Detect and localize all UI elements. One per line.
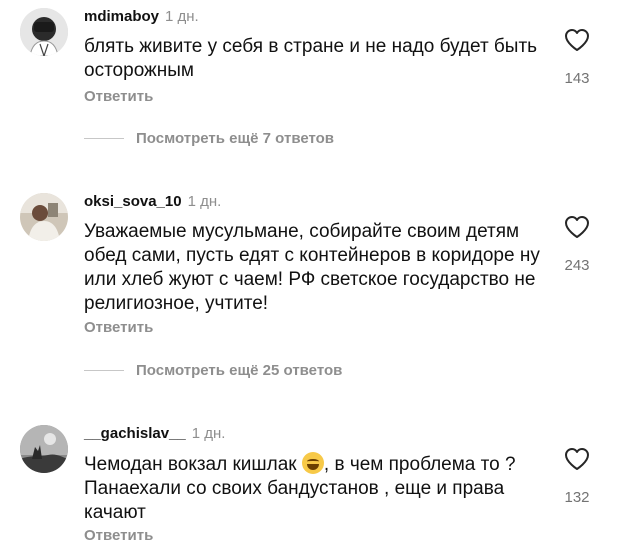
- comment-text: блять живите у себя в стране и не надо б…: [84, 36, 538, 81]
- view-more-replies-label: Посмотреть ещё 7 ответов: [136, 130, 335, 147]
- username[interactable]: oksi_sova_10: [84, 193, 182, 210]
- heart-outline-icon: [565, 448, 589, 470]
- comment-text: Чемодан вокзал кишлак , в чем проблема т…: [84, 452, 554, 525]
- avatar[interactable]: [20, 8, 68, 56]
- view-more-replies-label: Посмотреть ещё 25 ответов: [136, 362, 343, 379]
- view-more-replies[interactable]: Посмотреть ещё 25 ответов: [84, 362, 342, 379]
- comment-text-part: Чемодан вокзал кишлак: [84, 454, 302, 475]
- face-with-tears-of-joy-icon: [301, 452, 324, 474]
- like-count: 132: [564, 489, 590, 506]
- like-count: 143: [564, 70, 590, 87]
- avatar[interactable]: [20, 193, 68, 241]
- comment-meta: __gachislav__ 1 дн.: [84, 425, 554, 443]
- comment-text: Уважаемые мусульмане, собирайте своим де…: [84, 221, 540, 314]
- divider: [84, 138, 124, 139]
- reply-button[interactable]: Ответить: [84, 527, 153, 544]
- heart-outline-icon: [565, 216, 589, 238]
- comment-meta: mdimaboy 1 дн.: [84, 8, 554, 26]
- comment-meta: oksi_sova_10 1 дн.: [84, 193, 554, 211]
- view-more-replies[interactable]: Посмотреть ещё 7 ответов: [84, 130, 334, 147]
- comment-content: oksi_sova_10 1 дн. Уважаемые мусульмане, …: [84, 193, 554, 336]
- like-button[interactable]: 132: [559, 447, 595, 506]
- username[interactable]: mdimaboy: [84, 8, 159, 25]
- comment-content: __gachislav__ 1 дн. Чемодан вокзал кишлак…: [84, 425, 554, 544]
- like-button[interactable]: 243: [559, 215, 595, 274]
- timestamp: 1 дн.: [191, 425, 226, 442]
- reply-button[interactable]: Ответить: [84, 88, 153, 105]
- like-button[interactable]: 143: [559, 28, 595, 87]
- reply-button[interactable]: Ответить: [84, 319, 153, 336]
- avatar[interactable]: [20, 425, 68, 473]
- timestamp: 1 дн.: [187, 193, 222, 210]
- comment-content: mdimaboy 1 дн. блять живите у себя в стра…: [84, 8, 554, 105]
- timestamp: 1 дн.: [165, 8, 199, 25]
- like-count: 243: [564, 257, 590, 274]
- divider: [84, 370, 124, 371]
- heart-outline-icon: [565, 29, 589, 51]
- username[interactable]: __gachislav__: [84, 425, 186, 442]
